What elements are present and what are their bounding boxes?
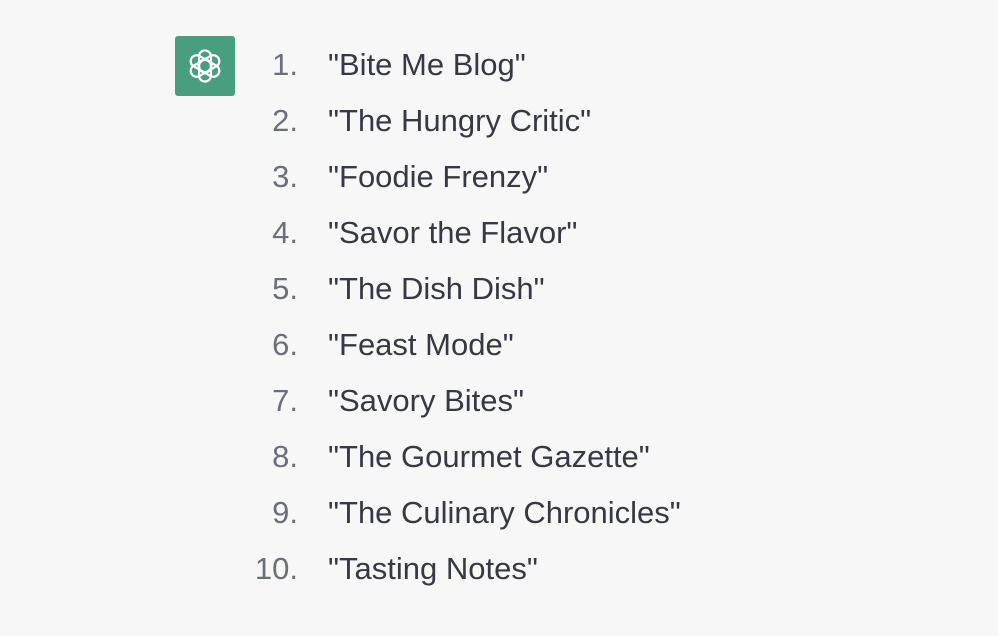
list-item-text: "Savor the Flavor"	[328, 215, 578, 250]
list-item-number: 9.	[272, 495, 298, 530]
list-item-text: "The Dish Dish"	[328, 271, 545, 306]
list-item-text: "The Gourmet Gazette"	[328, 439, 650, 474]
list-item-text: "Foodie Frenzy"	[328, 159, 549, 194]
list-item-text: "Feast Mode"	[328, 327, 514, 362]
list-item-number: 7.	[272, 383, 298, 418]
list-item-text: "Bite Me Blog"	[328, 47, 526, 82]
list-item-number: 2.	[272, 103, 298, 138]
list-item-number: 10.	[254, 551, 298, 586]
list-item-text: "Savory Bites"	[328, 383, 525, 418]
list-item-number: 6.	[272, 327, 298, 362]
list-item-text: "The Culinary Chronicles"	[328, 495, 681, 530]
list-item-text: "The Hungry Critic"	[328, 103, 592, 138]
list-item-number: 1.	[272, 47, 298, 82]
list-item-number: 3.	[272, 159, 298, 194]
list-item-text: "Tasting Notes"	[328, 551, 538, 586]
list-item-number: 8.	[272, 439, 298, 474]
list-item-number: 5.	[272, 271, 298, 306]
list-item-number: 4.	[272, 215, 298, 250]
